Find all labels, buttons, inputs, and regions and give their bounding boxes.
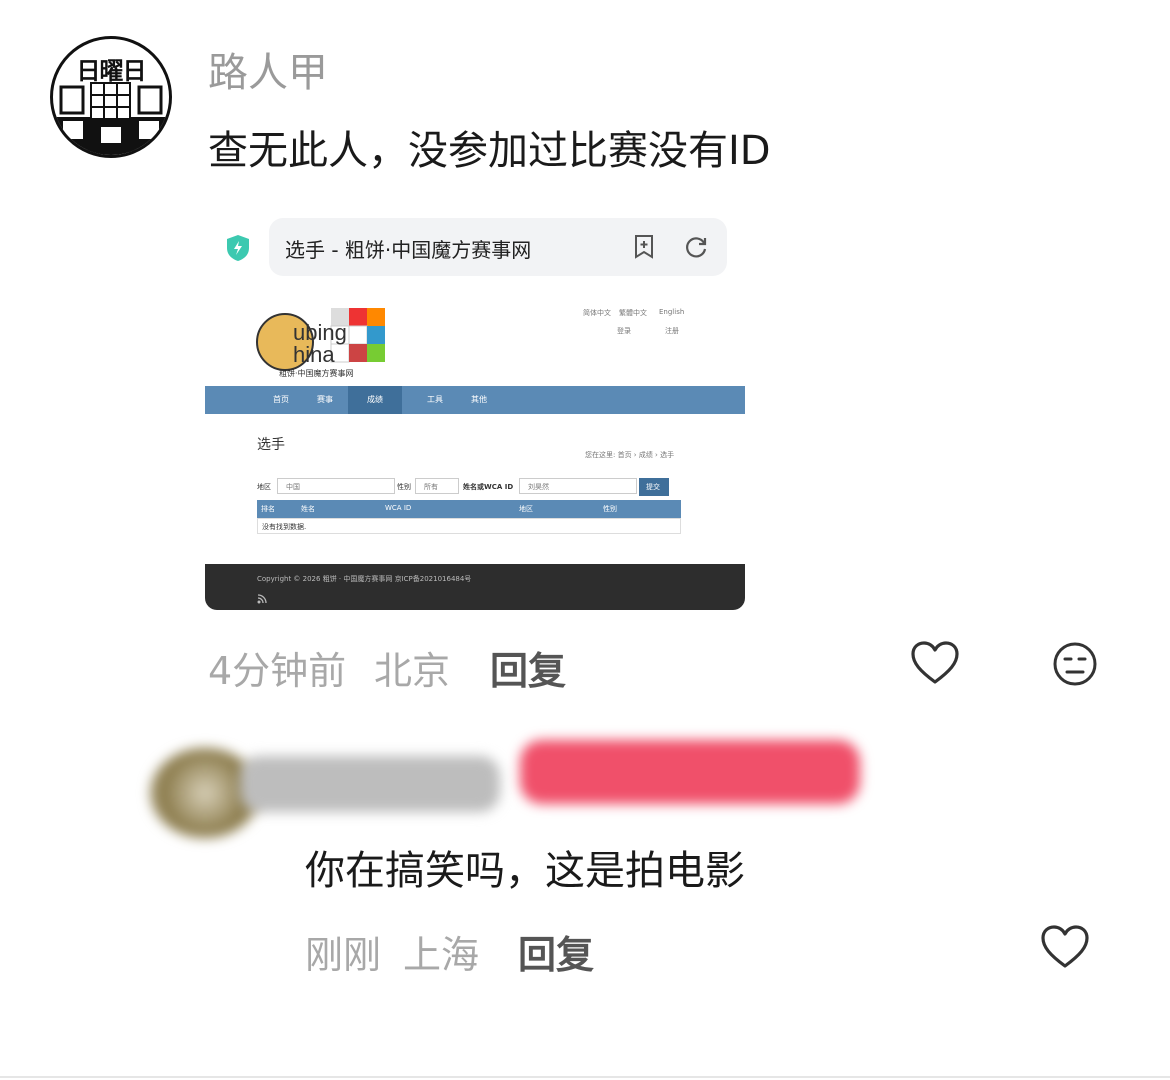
browser-title: 选手 - 粗饼·中国魔方赛事网 [285,238,532,262]
table-row: 没有找到数据. [257,518,681,534]
website-view: ubing hina 粗饼·中国魔方赛事网 简体中文 繁體中文 English … [205,290,745,610]
reply-button[interactable]: 回复 [518,924,594,979]
submit-label: 提交 [646,483,660,491]
gender-label: 性别 [397,483,411,491]
region-value: 中国 [286,483,300,491]
nav-item: 首页 [273,395,289,404]
lang-link: 简体中文 [583,309,611,317]
results-table-header: 排名 姓名 WCA ID 地区 性别 [257,500,681,518]
comment-location: 上海 [403,933,480,977]
region-label: 地区 [257,483,271,491]
table-header: 地区 [519,505,533,513]
logo-caption: 粗饼·中国魔方赛事网 [279,369,354,378]
region-select: 中国 [277,478,395,494]
nav-item: 赛事 [317,395,333,404]
name-label: 姓名或WCA ID [463,483,514,491]
heart-icon[interactable] [910,640,960,686]
gender-select: 所有 [415,478,459,494]
comment-time: 刚刚 [305,933,382,977]
submit-button: 提交 [639,478,669,496]
gender-value: 所有 [424,483,438,491]
shield-icon [227,235,249,261]
login-link: 登录 [617,327,631,335]
comment-text: 查无此人，没参加过比赛没有ID [208,128,771,174]
reply-button[interactable]: 回复 [490,640,566,695]
redacted-username-pink [520,740,860,804]
register-link: 注册 [665,327,679,335]
nav-item: 工具 [427,395,443,404]
nav-item: 成绩 [367,395,383,404]
comment-author[interactable]: 路人甲 [208,40,328,98]
comment-text: 你在搞笑吗，这是拍电影 [305,848,745,894]
comment-time: 4分钟前 [208,649,347,693]
footer-text: Copyright © 2026 粗饼 · 中国魔方赛事网 京ICP备20210… [257,575,472,583]
redacted-username-grey [240,756,500,812]
table-header: 姓名 [301,505,315,513]
site-breadcrumb: 您在这里: 首页 › 成绩 › 选手 [585,451,675,459]
divider [0,1076,1170,1078]
table-header: 排名 [261,505,275,513]
avatar[interactable]: 日曜日 [50,36,172,158]
attached-image[interactable]: 选手 - 粗饼·中国魔方赛事网 ubing hina 粗饼·中国魔方赛事网 简体… [205,212,745,610]
rss-icon [257,594,267,604]
neutral-face-icon[interactable] [1051,640,1099,688]
svg-text:hina: hina [293,342,335,367]
name-value: 刘昊然 [528,483,549,491]
name-input: 刘昊然 [519,478,637,494]
cube-icon [53,82,169,155]
lang-link: 繁體中文 [619,309,647,317]
table-header: 性别 [603,505,617,513]
reload-icon [686,237,707,258]
site-footer: Copyright © 2026 粗饼 · 中国魔方赛事网 京ICP备20210… [205,564,745,610]
site-nav: 首页 赛事 成绩 工具 其他 [205,386,745,414]
empty-message: 没有找到数据. [262,523,307,531]
bookmark-add-icon [635,235,653,259]
address-bar: 选手 - 粗饼·中国魔方赛事网 [269,218,727,276]
lang-link: English [659,308,685,316]
table-header: WCA ID [385,504,412,512]
site-page-title: 选手 [257,437,285,453]
nav-item: 其他 [471,395,487,404]
comment-location: 北京 [374,649,451,693]
browser-header: 选手 - 粗饼·中国魔方赛事网 [205,212,745,290]
heart-icon[interactable] [1040,924,1090,970]
